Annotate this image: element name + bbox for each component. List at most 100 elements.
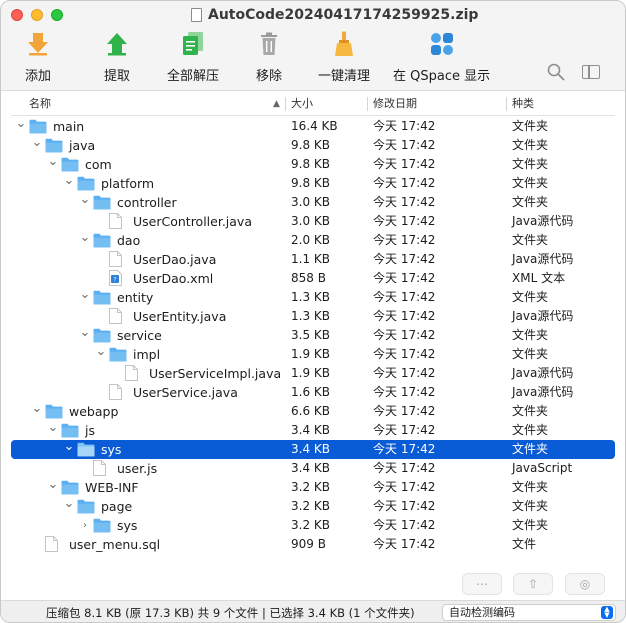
encoding-select[interactable]: 自动检测编码 ▲ ▼ bbox=[442, 604, 616, 621]
item-kind: 文件夹 bbox=[512, 290, 549, 304]
folder-row[interactable]: ⌄ java 9.8 KB 今天 17:42 文件夹 bbox=[11, 136, 615, 155]
chevron-down-icon[interactable]: ⌄ bbox=[63, 497, 75, 516]
item-kind: 文件夹 bbox=[512, 157, 549, 171]
file-row[interactable]: UserServiceImpl.java 1.9 KB 今天 17:42 Java源代… bbox=[11, 364, 615, 383]
column-divider[interactable] bbox=[506, 97, 507, 111]
remove-label: 移除 bbox=[256, 69, 283, 84]
item-size: 9.8 KB bbox=[291, 138, 330, 152]
item-date: 今天 17:42 bbox=[373, 309, 436, 323]
folder-icon bbox=[77, 499, 95, 514]
search-icon[interactable] bbox=[547, 63, 565, 85]
file-row[interactable]: UserDao.java 1.1 KB 今天 17:42 Java源代码 bbox=[11, 250, 615, 269]
folder-icon bbox=[93, 518, 111, 533]
item-date: 今天 17:42 bbox=[373, 537, 436, 551]
column-name[interactable]: 名称 bbox=[29, 92, 51, 116]
folder-row[interactable]: ⌄ main 16.4 KB 今天 17:42 文件夹 bbox=[11, 117, 615, 136]
item-name: user.js bbox=[117, 461, 158, 476]
archive-window: AutoCode20240417174259925.zip 添加 提取 全部解压… bbox=[0, 0, 626, 623]
file-icon bbox=[125, 365, 143, 381]
item-date: 今天 17:42 bbox=[373, 233, 436, 247]
column-header: 名称 ▲ 大小 修改日期 种类 bbox=[11, 92, 615, 116]
file-row[interactable]: UserController.java 3.0 KB 今天 17:42 Java源代码 bbox=[11, 212, 615, 231]
extract-all-button[interactable]: 全部解压 bbox=[167, 29, 219, 84]
column-kind[interactable]: 种类 bbox=[512, 92, 534, 116]
item-size: 2.0 KB bbox=[291, 233, 330, 247]
airdrop-icon[interactable]: ◎ bbox=[565, 573, 605, 595]
add-button[interactable]: 添加 bbox=[25, 29, 51, 84]
one-click-clean-button[interactable]: 一键清理 bbox=[318, 29, 370, 84]
item-kind: 文件夹 bbox=[512, 442, 549, 456]
file-icon bbox=[45, 536, 63, 552]
folder-row[interactable]: › sys 3.2 KB 今天 17:42 文件夹 bbox=[11, 516, 615, 535]
minimize-window-button[interactable] bbox=[31, 9, 43, 21]
extract-button[interactable]: 提取 bbox=[104, 29, 130, 84]
item-name: UserEntity.java bbox=[133, 309, 227, 324]
folder-icon bbox=[93, 195, 111, 210]
column-divider[interactable] bbox=[285, 97, 286, 111]
chevron-down-icon[interactable]: ⌄ bbox=[95, 345, 107, 364]
item-date: 今天 17:42 bbox=[373, 423, 436, 437]
zoom-window-button[interactable] bbox=[51, 9, 63, 21]
chevron-down-icon[interactable]: ⌄ bbox=[31, 402, 43, 421]
chevron-down-icon[interactable]: ⌄ bbox=[31, 136, 43, 155]
folder-icon bbox=[93, 328, 111, 343]
folder-row[interactable]: ⌄ entity 1.3 KB 今天 17:42 文件夹 bbox=[11, 288, 615, 307]
folder-row[interactable]: ⌄ impl 1.9 KB 今天 17:42 文件夹 bbox=[11, 345, 615, 364]
folder-row[interactable]: ⌄ sys 3.4 KB 今天 17:42 文件夹 bbox=[11, 440, 615, 459]
remove-button[interactable]: 移除 bbox=[256, 29, 282, 84]
folder-row[interactable]: ⌄ webapp 6.6 KB 今天 17:42 文件夹 bbox=[11, 402, 615, 421]
window-title-text: AutoCode20240417174259925.zip bbox=[208, 7, 479, 23]
item-name: UserServiceImpl.java bbox=[149, 366, 282, 381]
item-name: entity bbox=[117, 290, 154, 305]
folder-row[interactable]: ⌄ page 3.2 KB 今天 17:42 文件夹 bbox=[11, 497, 615, 516]
chevron-down-icon[interactable]: ⌄ bbox=[79, 231, 91, 250]
item-size: 858 B bbox=[291, 271, 326, 285]
chevron-down-icon[interactable]: ⌄ bbox=[79, 288, 91, 307]
column-date[interactable]: 修改日期 bbox=[373, 92, 417, 116]
column-size[interactable]: 大小 bbox=[291, 92, 313, 116]
add-label: 添加 bbox=[25, 69, 52, 84]
action-bar: ⋯ ⇧ ◎ bbox=[1, 571, 625, 599]
item-name: platform bbox=[101, 176, 155, 191]
folder-row[interactable]: ⌄ com 9.8 KB 今天 17:42 文件夹 bbox=[11, 155, 615, 174]
folder-row[interactable]: ⌄ dao 2.0 KB 今天 17:42 文件夹 bbox=[11, 231, 615, 250]
item-size: 3.0 KB bbox=[291, 214, 330, 228]
chevron-down-icon[interactable]: ⌄ bbox=[47, 421, 59, 440]
documents-icon bbox=[180, 29, 206, 59]
file-row[interactable]: UserEntity.java 1.3 KB 今天 17:42 Java源代码 bbox=[11, 307, 615, 326]
item-size: 3.2 KB bbox=[291, 499, 330, 513]
folder-row[interactable]: ⌄ js 3.4 KB 今天 17:42 文件夹 bbox=[11, 421, 615, 440]
folder-row[interactable]: ⌄ controller 3.0 KB 今天 17:42 文件夹 bbox=[11, 193, 615, 212]
folder-icon bbox=[45, 138, 63, 153]
folder-row[interactable]: ⌄ WEB-INF 3.2 KB 今天 17:42 文件夹 bbox=[11, 478, 615, 497]
close-window-button[interactable] bbox=[11, 9, 23, 21]
item-kind: 文件 bbox=[512, 537, 537, 551]
folder-row[interactable]: ⌄ service 3.5 KB 今天 17:42 文件夹 bbox=[11, 326, 615, 345]
file-row[interactable]: ? UserDao.xml 858 B 今天 17:42 XML 文本 bbox=[11, 269, 615, 288]
show-in-qspace-button[interactable]: 在 QSpace 显示 bbox=[393, 29, 490, 84]
share-icon[interactable]: ⇧ bbox=[513, 573, 553, 595]
file-row[interactable]: user.js 3.4 KB 今天 17:42 JavaScript bbox=[11, 459, 615, 478]
folder-icon bbox=[29, 119, 47, 134]
file-list: ⌄ main 16.4 KB 今天 17:42 文件夹 ⌄ java 9.8 KB 今天 1… bbox=[1, 117, 625, 579]
chevron-right-icon[interactable]: › bbox=[79, 516, 91, 535]
chevron-down-icon[interactable]: ⌄ bbox=[63, 174, 75, 193]
item-kind: Java源代码 bbox=[512, 214, 574, 228]
folder-row[interactable]: ⌄ platform 9.8 KB 今天 17:42 文件夹 bbox=[11, 174, 615, 193]
sidebar-toggle-icon[interactable] bbox=[582, 65, 600, 79]
chevron-down-icon[interactable]: ⌄ bbox=[79, 326, 91, 345]
column-divider[interactable] bbox=[367, 97, 368, 111]
file-row[interactable]: UserService.java 1.6 KB 今天 17:42 Java源代码 bbox=[11, 383, 615, 402]
item-date: 今天 17:42 bbox=[373, 518, 436, 532]
chevron-down-icon[interactable]: ⌄ bbox=[47, 478, 59, 497]
chevron-down-icon[interactable]: ⌄ bbox=[47, 155, 59, 174]
chevron-down-icon[interactable]: ⌄ bbox=[15, 117, 27, 136]
folder-icon bbox=[61, 157, 79, 172]
item-kind: 文件夹 bbox=[512, 347, 549, 361]
chevron-down-icon[interactable]: ⌄ bbox=[63, 440, 75, 459]
item-kind: Java源代码 bbox=[512, 309, 574, 323]
file-row[interactable]: user_menu.sql 909 B 今天 17:42 文件 bbox=[11, 535, 615, 554]
more-icon[interactable]: ⋯ bbox=[462, 573, 502, 595]
chevron-down-icon[interactable]: ⌄ bbox=[79, 193, 91, 212]
item-name: controller bbox=[117, 195, 177, 210]
